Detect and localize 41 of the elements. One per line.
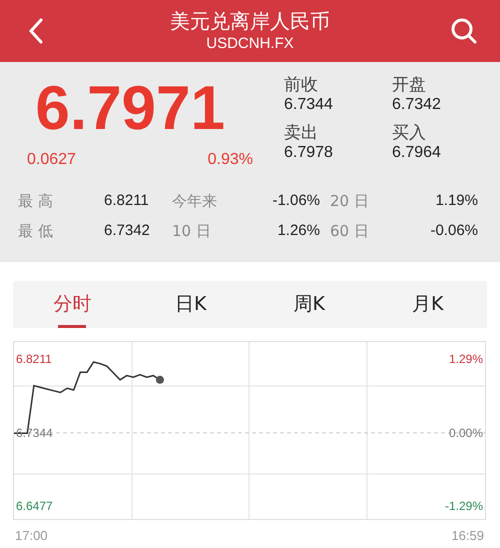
axis-price-label: 6.8211 <box>16 351 52 368</box>
search-icon <box>450 17 478 45</box>
stat-value: 6.7342 <box>104 221 151 241</box>
field-label: 买入 <box>392 124 427 143</box>
field-value: 6.7978 <box>284 143 334 162</box>
stat-value: -1.06% <box>271 191 320 211</box>
stat-label: 最 高 <box>18 191 54 212</box>
current-price: 6.7971 <box>35 76 225 142</box>
stat-value: 6.8211 <box>104 191 150 211</box>
axis-price-label: 6.6477 <box>16 498 53 514</box>
change-percent: 0.93% <box>208 150 253 170</box>
stat-value: -0.06% <box>429 221 478 241</box>
chart-tab[interactable]: 分时 <box>13 281 132 328</box>
field-label: 前收 <box>284 76 319 95</box>
stat-label: 20 日 <box>330 191 370 212</box>
back-icon <box>28 18 44 44</box>
axis-percent-label: 0.00% <box>448 424 483 441</box>
stat-label: 今年来 <box>172 191 218 212</box>
tab-underline <box>58 325 86 328</box>
field-label: 卖出 <box>284 124 319 143</box>
axis-percent-label: -1.29% <box>444 498 483 514</box>
page-subtitle: USDCNH.FX <box>206 34 294 54</box>
last-point-dot <box>156 376 164 384</box>
time-label: 17:00 <box>15 527 48 545</box>
chart-tab[interactable]: 周K <box>250 281 368 328</box>
page-title: 美元兑离岸人民币 <box>170 8 330 34</box>
time-label: 16:59 <box>451 527 484 545</box>
stat-label: 60 日 <box>330 221 370 242</box>
price-change: 0.0627 <box>27 150 76 170</box>
field-label: 开盘 <box>392 76 427 95</box>
axis-price-label: 6.7344 <box>16 424 53 441</box>
stat-label: 10 日 <box>172 221 212 242</box>
stat-value: 1.26% <box>276 221 320 241</box>
field-value: 6.7344 <box>284 95 334 114</box>
chart-tab[interactable]: 月K <box>368 281 487 328</box>
field-value: 6.7342 <box>392 95 442 114</box>
axis-percent-label: 1.29% <box>448 351 483 368</box>
chart-tab[interactable]: 日K <box>132 281 250 328</box>
stat-value: 1.19% <box>434 191 478 211</box>
field-value: 6.7964 <box>392 143 442 162</box>
stat-label: 最 低 <box>18 221 54 242</box>
